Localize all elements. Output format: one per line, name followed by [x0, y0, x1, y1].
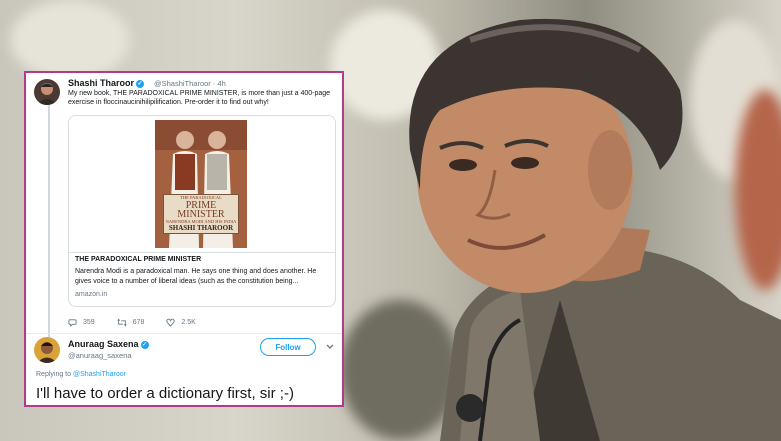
author-name[interactable]: Shashi Tharoor ✓ — [68, 78, 145, 88]
reply-text: I'll have to order a dictionary first, s… — [36, 385, 294, 402]
tweet-text: My new book, THE PARADOXICAL PRIME MINIS… — [68, 90, 331, 106]
retweet-icon — [117, 317, 127, 327]
retweet-count: 678 — [132, 318, 145, 326]
like-icon — [166, 318, 176, 327]
cover-author: SHASHI THAROOR — [168, 224, 234, 232]
book-cover: THE PARADOXICAL PRIME MINISTER NARENDRA … — [155, 120, 247, 248]
like-action[interactable]: 2.5K — [166, 318, 196, 327]
reply-icon — [68, 318, 77, 327]
chevron-down-icon[interactable] — [326, 344, 334, 350]
author-handle[interactable]: @ShashiTharoor — [154, 79, 211, 88]
tweet-actions: 359 678 2.5K — [68, 316, 218, 328]
cover-title-line2: MINISTER — [177, 209, 225, 220]
like-count: 2.5K — [181, 318, 196, 326]
card-domain: amazon.in — [75, 291, 108, 298]
reply-author-name-text[interactable]: Anuraag Saxena — [68, 339, 139, 349]
card-description: Narendra Modi is a paradoxical man. He s… — [75, 268, 317, 285]
reply-author-avatar[interactable] — [34, 337, 60, 363]
card-title: THE PARADOXICAL PRIME MINISTER — [75, 256, 202, 263]
tweet-time[interactable]: · 4h — [213, 79, 226, 88]
author-handle-line: @ShashiTharoor · 4h — [154, 79, 226, 88]
retweet-action[interactable]: 678 — [117, 317, 145, 327]
link-card[interactable]: THE PARADOXICAL PRIME MINISTER NARENDRA … — [68, 115, 336, 307]
verified-icon: ✓ — [136, 79, 145, 88]
replying-to: Replying to @ShashiTharoor — [36, 371, 126, 378]
replying-prefix: Replying to — [36, 371, 72, 378]
author-name-text[interactable]: Shashi Tharoor — [68, 78, 134, 88]
background-photo: Shashi Tharoor ✓ @ShashiTharoor · 4h My n… — [0, 0, 781, 441]
card-divider — [69, 252, 335, 253]
thread-line — [48, 103, 50, 361]
reply-author-name[interactable]: Anuraag Saxena ✓ — [68, 339, 149, 349]
author-avatar[interactable] — [34, 79, 60, 105]
replying-handle-link[interactable]: @ShashiTharoor — [73, 371, 126, 378]
reply-separator — [26, 333, 342, 334]
tweet-screenshot: Shashi Tharoor ✓ @ShashiTharoor · 4h My n… — [24, 71, 344, 407]
book-cover-image: THE PARADOXICAL PRIME MINISTER NARENDRA … — [69, 116, 335, 252]
follow-button[interactable]: Follow — [260, 338, 316, 356]
reply-count: 359 — [83, 318, 95, 326]
reply-action[interactable]: 359 — [68, 318, 95, 327]
verified-icon: ✓ — [140, 340, 149, 349]
reply-author-handle[interactable]: @anuraag_saxena — [68, 351, 132, 360]
